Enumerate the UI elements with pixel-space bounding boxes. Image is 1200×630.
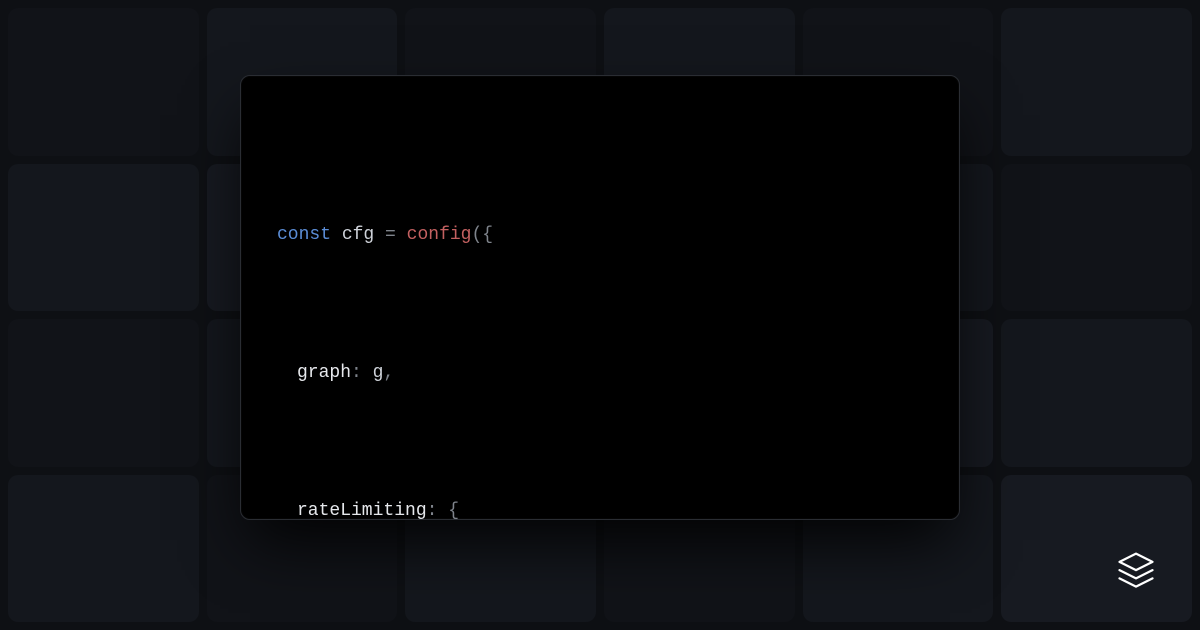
- identifier-cfg: cfg: [342, 218, 374, 253]
- paren-open: (: [471, 218, 482, 253]
- code-line: rateLimiting: {: [277, 494, 923, 529]
- property-rateLimiting: rateLimiting: [297, 494, 427, 529]
- keyword-const: const: [277, 218, 331, 253]
- code-line: const cfg = config({: [277, 218, 923, 253]
- operator-eq: =: [385, 218, 396, 253]
- identifier-g: g: [373, 356, 384, 391]
- brace-open: {: [482, 218, 493, 253]
- property-graph: graph: [297, 356, 351, 391]
- function-config: config: [407, 218, 472, 253]
- brand-logo-icon: [1114, 550, 1158, 594]
- code-line: graph: g,: [277, 356, 923, 391]
- code-block: const cfg = config({ graph: g, rateLimit…: [277, 114, 923, 630]
- code-snippet-card: const cfg = config({ graph: g, rateLimit…: [240, 75, 960, 520]
